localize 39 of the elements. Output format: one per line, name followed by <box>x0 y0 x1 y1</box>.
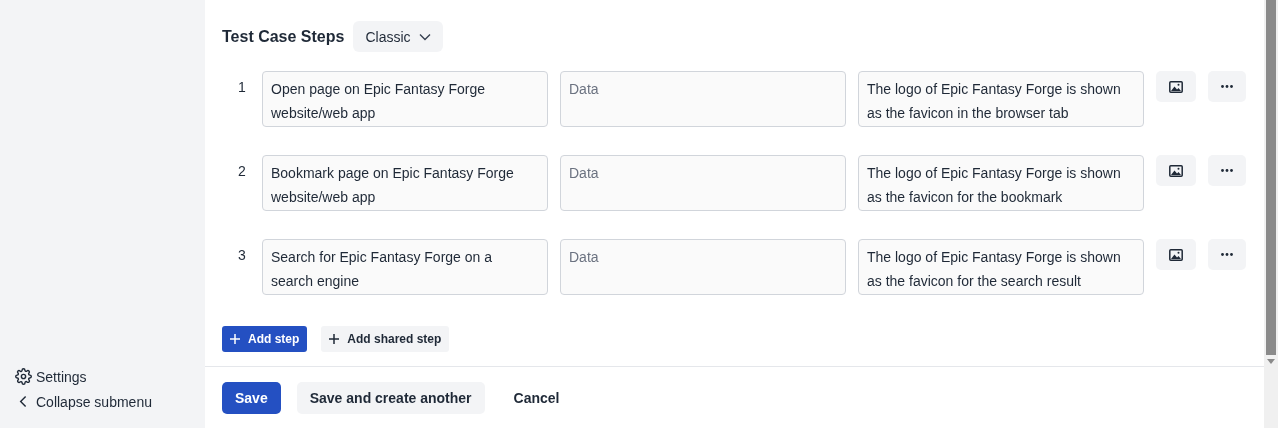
settings-icon <box>15 368 32 385</box>
data-field[interactable]: Data <box>560 155 846 211</box>
chevron-down-icon <box>418 32 431 41</box>
save-and-create-button[interactable]: Save and create another <box>296 381 485 414</box>
expected-result-field[interactable]: The logo of Epic Fantasy Forge is shown as the favicon in the browser tab <box>858 71 1144 127</box>
image-icon <box>1169 164 1183 177</box>
plus-icon <box>329 334 340 344</box>
data-field[interactable]: Data <box>560 71 846 127</box>
scrollbar[interactable] <box>1264 0 1278 428</box>
section-title: Test Case Steps <box>222 27 345 46</box>
step-number: 2 <box>237 162 247 179</box>
more-button[interactable] <box>1208 71 1246 102</box>
expected-result-field[interactable]: The logo of Epic Fantasy Forge is shown as the favicon for the search result <box>858 239 1144 295</box>
step-field[interactable]: Bookmark page on Epic Fantasy Forge website/web app <box>262 155 548 211</box>
add-step-button[interactable]: Add shared step <box>321 326 450 352</box>
plus-icon <box>230 334 240 344</box>
more-icon <box>1221 253 1233 256</box>
view-dropdown[interactable]: Classic <box>353 21 443 52</box>
save-button[interactable]: Save <box>222 381 281 414</box>
more-button[interactable] <box>1208 155 1246 186</box>
more-button[interactable] <box>1208 239 1246 270</box>
data-field[interactable]: Data <box>560 239 846 295</box>
scroll-down-arrow-icon[interactable] <box>1267 359 1275 364</box>
image-icon <box>1169 80 1183 93</box>
image-button[interactable] <box>1156 155 1196 186</box>
more-icon <box>1221 85 1233 88</box>
image-icon <box>1169 248 1183 261</box>
expected-result-field[interactable]: The logo of Epic Fantasy Forge is shown as the favicon for the bookmark <box>858 155 1144 211</box>
step-number: 3 <box>237 246 247 263</box>
more-icon <box>1221 169 1233 172</box>
step-field[interactable]: Search for Epic Fantasy Forge on a search engine <box>262 239 548 295</box>
add-step-button[interactable]: Add step <box>222 326 308 352</box>
sidebar-item[interactable]: Settings <box>15 368 87 385</box>
sidebar-item[interactable]: Collapse submenu <box>15 393 152 410</box>
image-button[interactable] <box>1156 239 1196 270</box>
step-field[interactable]: Open page on Epic Fantasy Forge website/web app <box>262 71 548 127</box>
step-number: 1 <box>237 78 247 95</box>
cancel-button[interactable]: Cancel <box>500 381 573 414</box>
image-button[interactable] <box>1156 71 1196 102</box>
